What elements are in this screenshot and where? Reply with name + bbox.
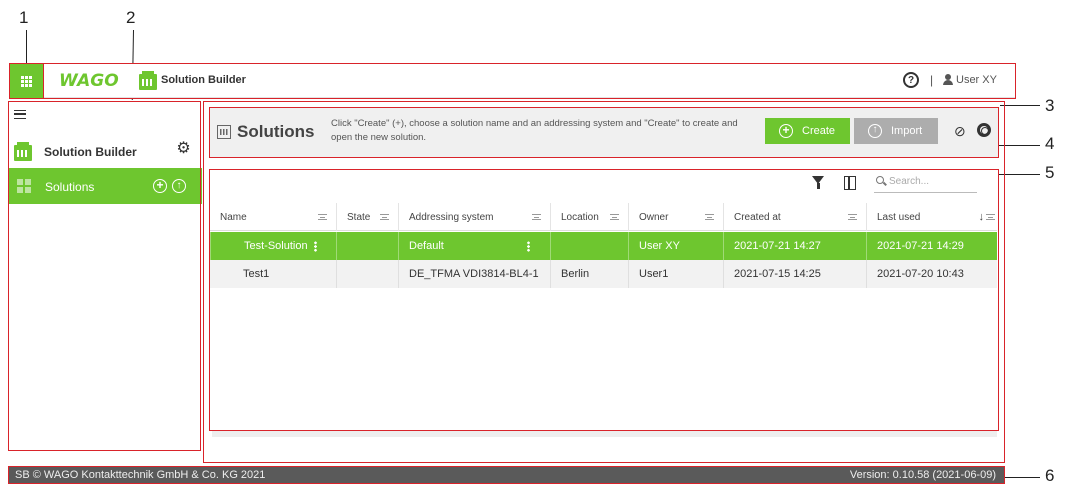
- cell-addressing: DE_TFMA VDI3814-BL4-1: [398, 260, 550, 288]
- column-header-owner[interactable]: Owner: [628, 203, 723, 231]
- cell-addressing: Default: [398, 232, 550, 260]
- callout-line-3: [1000, 105, 1040, 106]
- user-icon[interactable]: [943, 74, 953, 86]
- app-icon: [139, 71, 157, 90]
- sort-icon: [532, 214, 541, 220]
- horizontal-scrollbar[interactable]: [212, 431, 997, 437]
- callout-6: 6: [1045, 466, 1055, 484]
- import-button-label: Import: [891, 125, 923, 137]
- callout-4: 4: [1045, 134, 1055, 153]
- table-row[interactable]: Test-Solution Default User XY 2021-07-21…: [210, 232, 997, 260]
- cell-last-used: 2021-07-20 10:43: [866, 260, 997, 288]
- sort-icon: [986, 214, 995, 220]
- sidebar-item-label: Solutions: [45, 180, 95, 194]
- upload-circle-icon: ↑: [868, 124, 882, 138]
- visibility-off-icon[interactable]: ⊘: [954, 124, 966, 138]
- page-title: Solutions: [237, 122, 315, 141]
- cell-location: [550, 232, 628, 260]
- cell-name: Test-Solution: [210, 232, 336, 260]
- cell-owner: User1: [628, 260, 723, 288]
- add-circle-icon[interactable]: +: [153, 179, 167, 193]
- top-bar: WAGO Solution Builder ? | User XY: [9, 64, 1015, 98]
- apps-grid-button[interactable]: [9, 64, 44, 98]
- sort-icon: [380, 214, 389, 220]
- sidebar-app-label: Solution Builder: [44, 145, 137, 159]
- cell-last-used: 2021-07-21 14:29: [866, 232, 997, 260]
- table-row[interactable]: Test1 DE_TFMA VDI3814-BL4-1 Berlin User1…: [210, 260, 997, 288]
- footer-version: Version: 0.10.58 (2021-06-09): [849, 469, 996, 481]
- sort-desc-icon: ↓: [978, 211, 985, 223]
- add-circle-icon: +: [779, 124, 793, 138]
- solutions-icon: [217, 125, 231, 139]
- sidebar-app-icon: [14, 142, 32, 161]
- columns-icon[interactable]: [844, 176, 856, 190]
- column-header-addressing[interactable]: Addressing system: [398, 203, 550, 231]
- table-header: Name State Addressing system Location Ow…: [210, 203, 997, 231]
- sort-icon: [610, 214, 619, 220]
- search-icon: [876, 176, 884, 184]
- column-header-state[interactable]: State: [336, 203, 398, 231]
- footer: SB © WAGO Kontakttechnik GmbH & Co. KG 2…: [9, 467, 1004, 484]
- callout-line-1: [26, 30, 27, 64]
- cell-state: [336, 260, 398, 288]
- column-header-created[interactable]: Created at: [723, 203, 866, 231]
- wago-logo: WAGO: [59, 71, 119, 91]
- cell-created: 2021-07-15 14:25: [723, 260, 866, 288]
- search-box: [874, 171, 977, 193]
- solutions-header: Solutions Click "Create" (+), choose a s…: [210, 108, 998, 158]
- create-hint: Click "Create" (+), choose a solution na…: [331, 118, 738, 143]
- search-input[interactable]: [889, 173, 974, 189]
- column-header-location[interactable]: Location: [550, 203, 628, 231]
- user-menu[interactable]: User XY: [956, 74, 997, 86]
- callout-line-6: [1000, 477, 1040, 478]
- cell-location: Berlin: [550, 260, 628, 288]
- help-icon[interactable]: ?: [903, 72, 919, 88]
- solutions-table-panel: Name State Addressing system Location Ow…: [210, 167, 998, 430]
- cell-owner: User XY: [628, 232, 723, 260]
- cell-name: Test1: [243, 268, 270, 280]
- sort-icon: [705, 214, 714, 220]
- footer-copyright: SB © WAGO Kontakttechnik GmbH & Co. KG 2…: [15, 469, 266, 481]
- addressing-menu-icon[interactable]: [527, 241, 530, 252]
- callout-2: 2: [126, 8, 136, 27]
- create-button-label: Create: [802, 125, 836, 137]
- topbar-separator: |: [930, 73, 934, 87]
- column-header-name[interactable]: Name: [210, 203, 336, 231]
- import-button[interactable]: ↑ Import: [854, 118, 938, 144]
- column-header-last-used[interactable]: Last used ↓: [866, 203, 997, 231]
- row-menu-icon[interactable]: [314, 241, 317, 252]
- apps-grid-icon: [21, 75, 32, 87]
- cell-state: [336, 232, 398, 260]
- dashboard-icon: [17, 179, 31, 193]
- callout-1: 1: [19, 8, 29, 27]
- cell-created: 2021-07-21 14:27: [723, 232, 866, 260]
- gear-icon[interactable]: ⚙: [176, 141, 191, 157]
- support-icon[interactable]: [977, 123, 991, 137]
- sidebar-item-solutions[interactable]: Solutions + ↑: [9, 168, 202, 204]
- filter-icon[interactable]: [812, 176, 824, 189]
- sort-icon: [848, 214, 857, 220]
- app-title: Solution Builder: [161, 74, 246, 86]
- callout-5: 5: [1045, 163, 1055, 182]
- sort-icon: [318, 214, 327, 220]
- callout-3: 3: [1045, 96, 1055, 115]
- create-button[interactable]: + Create: [765, 118, 850, 144]
- sidebar: Solution Builder ⚙ Solutions + ↑: [9, 100, 202, 456]
- upload-circle-icon[interactable]: ↑: [172, 179, 186, 193]
- menu-icon[interactable]: [14, 110, 26, 119]
